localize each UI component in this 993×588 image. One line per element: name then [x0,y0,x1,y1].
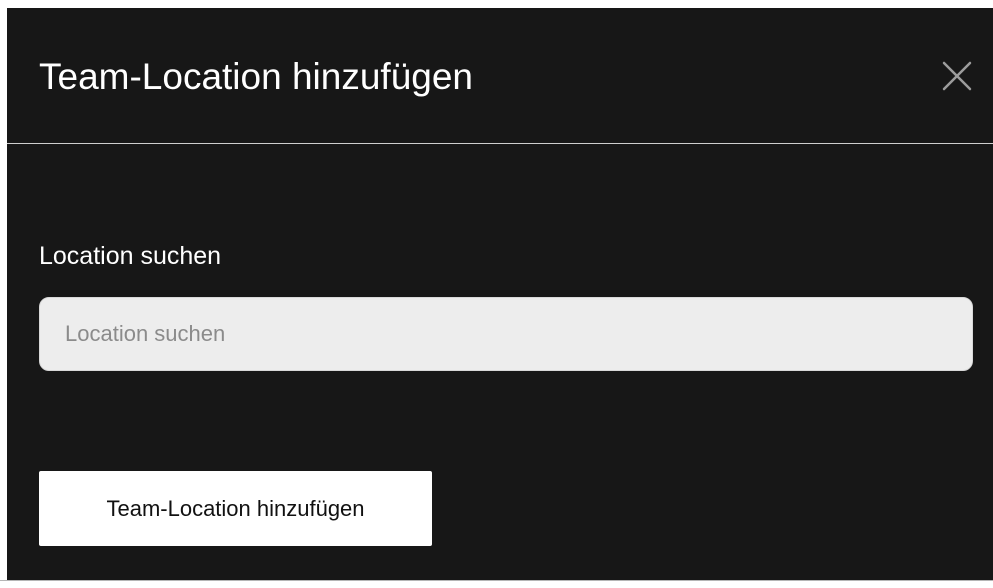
add-team-location-button[interactable]: Team-Location hinzufügen [39,471,432,546]
add-team-location-dialog: Team-Location hinzufügen Location suchen… [7,8,993,580]
page-edge-line [0,580,993,581]
close-icon [942,61,972,91]
dialog-title: Team-Location hinzufügen [39,56,474,97]
dialog-header: Team-Location hinzufügen [7,8,993,144]
close-button[interactable] [935,54,979,98]
location-search-label: Location suchen [39,242,222,270]
location-search-input[interactable] [39,297,973,371]
